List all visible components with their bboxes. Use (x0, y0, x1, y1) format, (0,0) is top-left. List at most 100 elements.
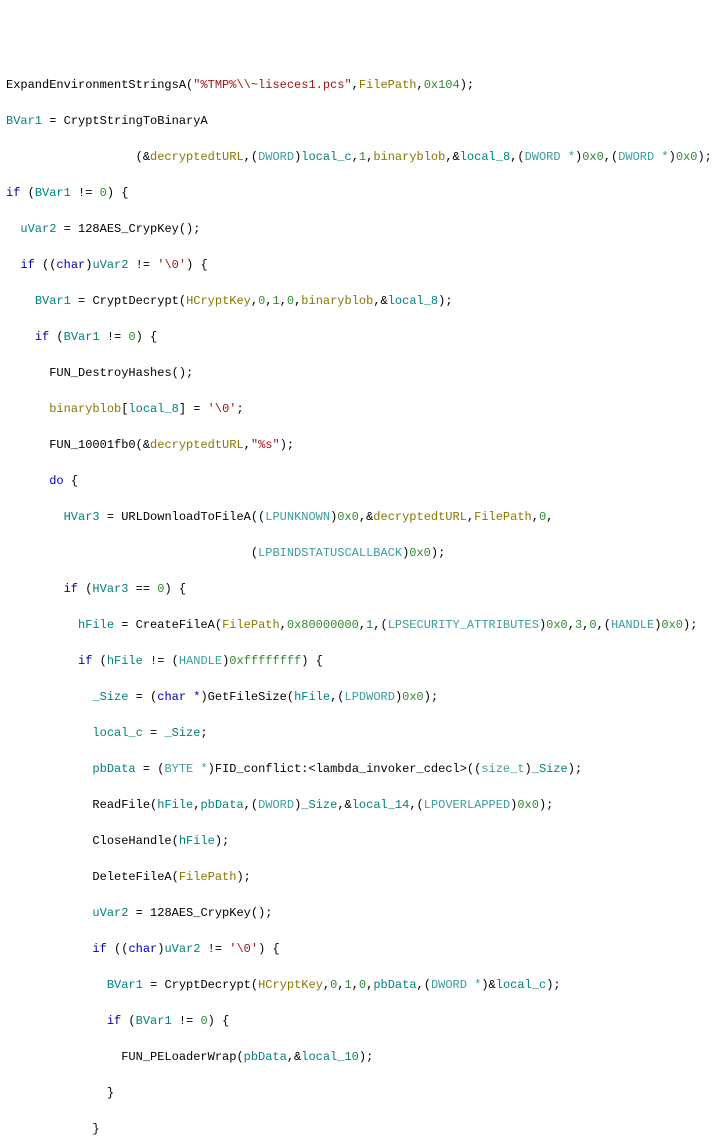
code-line: local_c = _Size; (6, 724, 722, 742)
ident: _Size (92, 690, 128, 704)
num-lit: 0 (330, 978, 337, 992)
ident: FilePath (222, 618, 280, 632)
ident: HCryptKey (258, 978, 323, 992)
ident: hFile (107, 654, 143, 668)
code-line: if (BVar1 != 0) { (6, 184, 722, 202)
num-lit: 1 (366, 618, 373, 632)
type-cast: HANDLE (611, 618, 654, 632)
fn-call: DeleteFileA (92, 870, 171, 884)
fn-call: ReadFile (92, 798, 150, 812)
fn-call: CryptDecrypt (164, 978, 250, 992)
ident: uVar2 (20, 222, 56, 236)
code-line: BVar1 = CryptDecrypt(HCryptKey,0,1,0,pbD… (6, 976, 722, 994)
type-cast: LPOVERLAPPED (424, 798, 510, 812)
ident: uVar2 (92, 258, 128, 272)
brace: } (92, 1122, 99, 1136)
keyword: if (78, 654, 92, 668)
ident: binaryblob (49, 402, 121, 416)
code-line: ExpandEnvironmentStringsA("%TMP%\\~lisec… (6, 76, 722, 94)
type-cast: DWORD * (525, 150, 575, 164)
ident: pbData (373, 978, 416, 992)
ident: BVar1 (35, 186, 71, 200)
fn-call: CreateFileA (136, 618, 215, 632)
str-lit: "%s" (251, 438, 280, 452)
fn-call: 128AES_CrypKey (78, 222, 179, 236)
code-line: } (6, 1084, 722, 1102)
code-line: hFile = CreateFileA(FilePath,0x80000000,… (6, 616, 722, 634)
code-line: DeleteFileA(FilePath); (6, 868, 722, 886)
code-line: (&decryptedtURL,(DWORD)local_c,1,binaryb… (6, 148, 722, 166)
ident: _Size (301, 798, 337, 812)
num-lit: 0 (258, 294, 265, 308)
ident: pbData (92, 762, 135, 776)
ident: _Size (532, 762, 568, 776)
num-lit: 0 (128, 330, 135, 344)
code-line: if (hFile != (HANDLE)0xffffffff) { (6, 652, 722, 670)
fn-call: 128AES_CrypKey (150, 906, 251, 920)
keyword: char (128, 942, 157, 956)
fn-call: ExpandEnvironmentStringsA (6, 78, 186, 92)
num-lit: 0x0 (517, 798, 539, 812)
ident: local_c (496, 978, 546, 992)
code-line: binaryblob[local_8] = '\0'; (6, 400, 722, 418)
type-cast: DWORD * (431, 978, 481, 992)
num-lit: 0 (200, 1014, 207, 1028)
str-lit: '\0' (157, 258, 186, 272)
brace: } (107, 1086, 114, 1100)
ident: FilePath (474, 510, 532, 524)
code-line: FUN_DestroyHashes(); (6, 364, 722, 382)
str-lit: "%TMP%\\~liseces1.pcs" (193, 78, 351, 92)
keyword: if (107, 1014, 121, 1028)
num-lit: 0 (100, 186, 107, 200)
ident: BVar1 (6, 114, 42, 128)
num-lit: 0x80000000 (287, 618, 359, 632)
keyword: if (64, 582, 78, 596)
ident: binaryblob (373, 150, 445, 164)
ident: pbData (244, 1050, 287, 1064)
keyword: char (56, 258, 85, 272)
code-line: CloseHandle(hFile); (6, 832, 722, 850)
ident: binaryblob (301, 294, 373, 308)
type-cast: size_t (481, 762, 524, 776)
ident: decryptedtURL (150, 150, 244, 164)
num-lit: 0xffffffff (229, 654, 301, 668)
num-lit: 0 (359, 978, 366, 992)
num-lit: 1 (345, 978, 352, 992)
type-cast: LPSECURITY_ATTRIBUTES (388, 618, 539, 632)
type-cast: LPBINDSTATUSCALLBACK (258, 546, 402, 560)
keyword: if (35, 330, 49, 344)
code-line: FUN_PELoaderWrap(pbData,&local_10); (6, 1048, 722, 1066)
code-line: _Size = (char *)GetFileSize(hFile,(LPDWO… (6, 688, 722, 706)
code-line: BVar1 = CryptStringToBinaryA (6, 112, 722, 130)
num-lit: 0x0 (582, 150, 604, 164)
num-lit: 0 (157, 582, 164, 596)
code-line: if ((char)uVar2 != '\0') { (6, 940, 722, 958)
ident: decryptedtURL (373, 510, 467, 524)
ident: HVar3 (64, 510, 100, 524)
code-line: uVar2 = 128AES_CrypKey(); (6, 904, 722, 922)
num-lit: 3 (575, 618, 582, 632)
num-lit: 0 (287, 294, 294, 308)
type-cast: DWORD * (618, 150, 668, 164)
ident: BVar1 (136, 1014, 172, 1028)
fn-call: FUN_DestroyHashes (49, 366, 171, 380)
num-lit: 0x0 (676, 150, 698, 164)
str-lit: '\0' (229, 942, 258, 956)
num-lit: 0x0 (546, 618, 568, 632)
ident: hFile (157, 798, 193, 812)
str-lit: '\0' (208, 402, 237, 416)
ident: local_c (301, 150, 351, 164)
fn-call: CryptDecrypt (92, 294, 178, 308)
num-lit: 0 (539, 510, 546, 524)
fn-call: FID_conflict:<lambda_invoker_cdecl> (215, 762, 467, 776)
ident: local_10 (301, 1050, 359, 1064)
num-lit: 0 (589, 618, 596, 632)
code-line: (LPBINDSTATUSCALLBACK)0x0); (6, 544, 722, 562)
keyword: do (49, 474, 63, 488)
ident: FilePath (179, 870, 237, 884)
fn-call: FUN_PELoaderWrap (121, 1050, 236, 1064)
type-cast: DWORD (258, 150, 294, 164)
num-lit: 0x0 (402, 690, 424, 704)
code-line: ReadFile(hFile,pbData,(DWORD)_Size,&loca… (6, 796, 722, 814)
ident: decryptedtURL (150, 438, 244, 452)
